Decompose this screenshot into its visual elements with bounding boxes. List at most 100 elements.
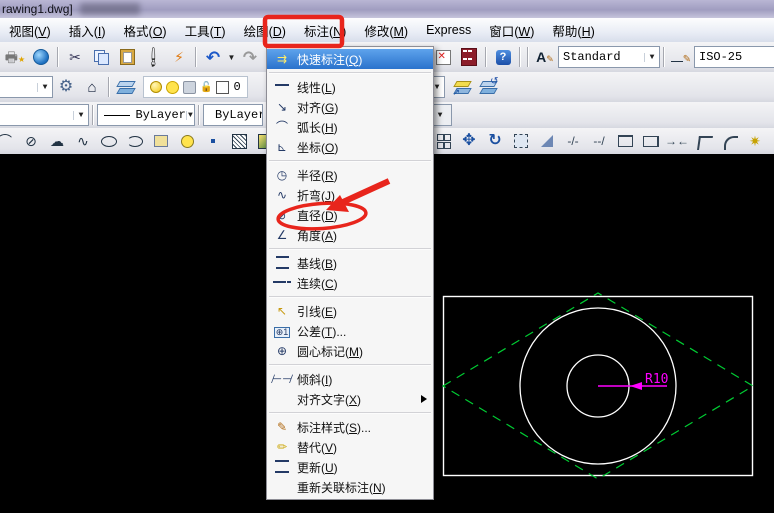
- menu-dimension[interactable]: 标注(N): [295, 18, 355, 43]
- menu-express[interactable]: Express: [417, 20, 480, 40]
- scale-button[interactable]: [508, 128, 534, 154]
- layer-on-bulb-icon[interactable]: [150, 81, 162, 93]
- make-layer-current-button[interactable]: ↗: [449, 74, 475, 100]
- quick-calc-tool-button[interactable]: ⚡: [166, 44, 192, 70]
- dim-style-button[interactable]: ✎: [668, 44, 694, 70]
- menu-help[interactable]: 帮助(H): [543, 18, 603, 43]
- linetype-combo-arrow[interactable]: ▼: [186, 111, 194, 120]
- globe-icon: [33, 49, 49, 65]
- hatch-button[interactable]: [226, 128, 252, 154]
- explode-button[interactable]: ✷: [742, 128, 768, 154]
- ucs-home-button[interactable]: ⌂: [79, 74, 105, 100]
- stretch-button[interactable]: [534, 128, 560, 154]
- cut-button[interactable]: ✂: [62, 44, 88, 70]
- insert-block-button[interactable]: [148, 128, 174, 154]
- calculator-icon: [461, 48, 477, 66]
- text-style-combo[interactable]: Standard ▼: [558, 46, 660, 68]
- lineweight-value: ByLayer: [215, 108, 263, 122]
- menu-item-oblique[interactable]: ⊢⊣倾斜(I): [267, 369, 433, 389]
- publish-button[interactable]: [28, 44, 54, 70]
- layer-lock-icon[interactable]: 🔓: [200, 82, 212, 93]
- color-control-combo[interactable]: ▼: [0, 104, 89, 126]
- menu-item-diameter[interactable]: ⌀直径(D): [267, 205, 433, 225]
- dimension-style-icon: ✎: [271, 421, 293, 433]
- ellipse-button[interactable]: [96, 128, 122, 154]
- center-mark-icon: ⊕: [271, 345, 293, 357]
- linetype-control-combo[interactable]: ByLayer ▼: [97, 104, 195, 126]
- spline-button[interactable]: ∿: [70, 128, 96, 154]
- chamfer-button[interactable]: [690, 128, 716, 154]
- join-button[interactable]: →←: [664, 128, 690, 154]
- workspace-settings-button[interactable]: ⚙: [53, 74, 79, 100]
- menu-view[interactable]: 视图(V): [0, 18, 60, 43]
- layer-previous-button[interactable]: ↺: [475, 74, 501, 100]
- dim-style-combo[interactable]: ISO-25: [694, 46, 774, 68]
- match-properties-button[interactable]: 🖌: [140, 44, 166, 70]
- menu-item-center-mark[interactable]: ⊕圆心标记(M): [267, 341, 433, 361]
- rotate-button[interactable]: ↻: [482, 128, 508, 154]
- menu-item-quick-dimension[interactable]: ⇉快速标注(Q): [267, 49, 433, 69]
- help-button[interactable]: ?: [490, 44, 516, 70]
- menu-tools[interactable]: 工具(T): [176, 18, 235, 43]
- menu-item-ordinate[interactable]: ⊾坐标(O): [267, 137, 433, 157]
- toolbar-separator: [108, 77, 110, 97]
- color-combo-arrow[interactable]: ▼: [73, 111, 88, 120]
- menu-item-angular[interactable]: ∠角度(A): [267, 225, 433, 245]
- undo-button[interactable]: ↶: [200, 44, 226, 70]
- menu-item-baseline[interactable]: 基线(B): [267, 253, 433, 273]
- workspace-combo-arrow[interactable]: ▼: [37, 83, 52, 92]
- hatch-icon: [232, 134, 247, 149]
- menu-item-tolerance[interactable]: ⊕1公差(T)...: [267, 321, 433, 341]
- trim-icon: -/-: [567, 135, 578, 147]
- workspace-combo[interactable]: ▼: [0, 76, 53, 98]
- menu-item-linear[interactable]: 线性(L): [267, 77, 433, 97]
- menu-modify[interactable]: 修改(M): [355, 18, 417, 43]
- menu-item-update[interactable]: 更新(U): [267, 457, 433, 477]
- ellipse-arc-button[interactable]: [122, 128, 148, 154]
- text-style-button[interactable]: A✎: [532, 44, 558, 70]
- ellipse-arc-icon: [127, 136, 143, 147]
- menu-item-continue[interactable]: 连续(C): [267, 273, 433, 293]
- lineweight-control-combo[interactable]: ByLayer: [203, 104, 263, 126]
- undo-dropdown-arrow[interactable]: ▼: [226, 46, 237, 68]
- break-at-point-button[interactable]: [612, 128, 638, 154]
- break-button[interactable]: [638, 128, 664, 154]
- point-button[interactable]: [200, 128, 226, 154]
- menu-item-radius[interactable]: ◷半径(R): [267, 165, 433, 185]
- layer-properties-button[interactable]: [113, 74, 139, 100]
- menu-insert[interactable]: 插入(I): [60, 18, 115, 43]
- menu-item-jogged[interactable]: ∿折弯(J): [267, 185, 433, 205]
- paste-button[interactable]: [114, 44, 140, 70]
- plot-preview-button[interactable]: 🖶★: [2, 44, 28, 70]
- menu-window[interactable]: 窗口(W): [480, 18, 543, 43]
- text-style-combo-arrow[interactable]: ▼: [644, 53, 659, 62]
- quickcalc-button[interactable]: [456, 44, 482, 70]
- plot-preview-icon: 🖶★: [5, 50, 25, 64]
- menu-item-align-text[interactable]: 对齐文字(X): [267, 389, 433, 409]
- move-button[interactable]: ✥: [456, 128, 482, 154]
- extend-button[interactable]: --/: [586, 128, 612, 154]
- circle-button[interactable]: ⊘: [18, 128, 44, 154]
- make-block-button[interactable]: [174, 128, 200, 154]
- menu-item-aligned[interactable]: ↘对齐(G): [267, 97, 433, 117]
- fillet-button[interactable]: [716, 128, 742, 154]
- radius-dimension[interactable]: R10: [598, 372, 668, 390]
- menu-item-override[interactable]: ✏替代(V): [267, 437, 433, 457]
- menu-draw[interactable]: 绘图(D): [235, 18, 295, 43]
- layer-previous-icon: ↺: [481, 81, 496, 94]
- redo-button[interactable]: ↷: [237, 44, 263, 70]
- layer-color-swatch[interactable]: [216, 81, 229, 94]
- menu-item-dimension-style[interactable]: ✎标注样式(S)...: [267, 417, 433, 437]
- menu-item-arc-length[interactable]: ⌒弧长(H): [267, 117, 433, 137]
- arc-button[interactable]: ⌒: [0, 128, 18, 154]
- menu-item-reassociate[interactable]: 重新关联标注(N): [267, 477, 433, 497]
- layer-freeze-sun-icon[interactable]: [166, 81, 179, 94]
- menu-format[interactable]: 格式(O): [115, 18, 176, 43]
- layer-control[interactable]: 🔓 0: [143, 76, 248, 98]
- layer-vp-freeze-icon[interactable]: [183, 81, 196, 94]
- menu-bar: 视图(V) 插入(I) 格式(O) 工具(T) 绘图(D) 标注(N) 修改(M…: [0, 18, 774, 43]
- trim-button[interactable]: -/-: [560, 128, 586, 154]
- copy-button[interactable]: [88, 44, 114, 70]
- revcloud-button[interactable]: ☁: [44, 128, 70, 154]
- menu-item-leader[interactable]: ↖引线(E): [267, 301, 433, 321]
